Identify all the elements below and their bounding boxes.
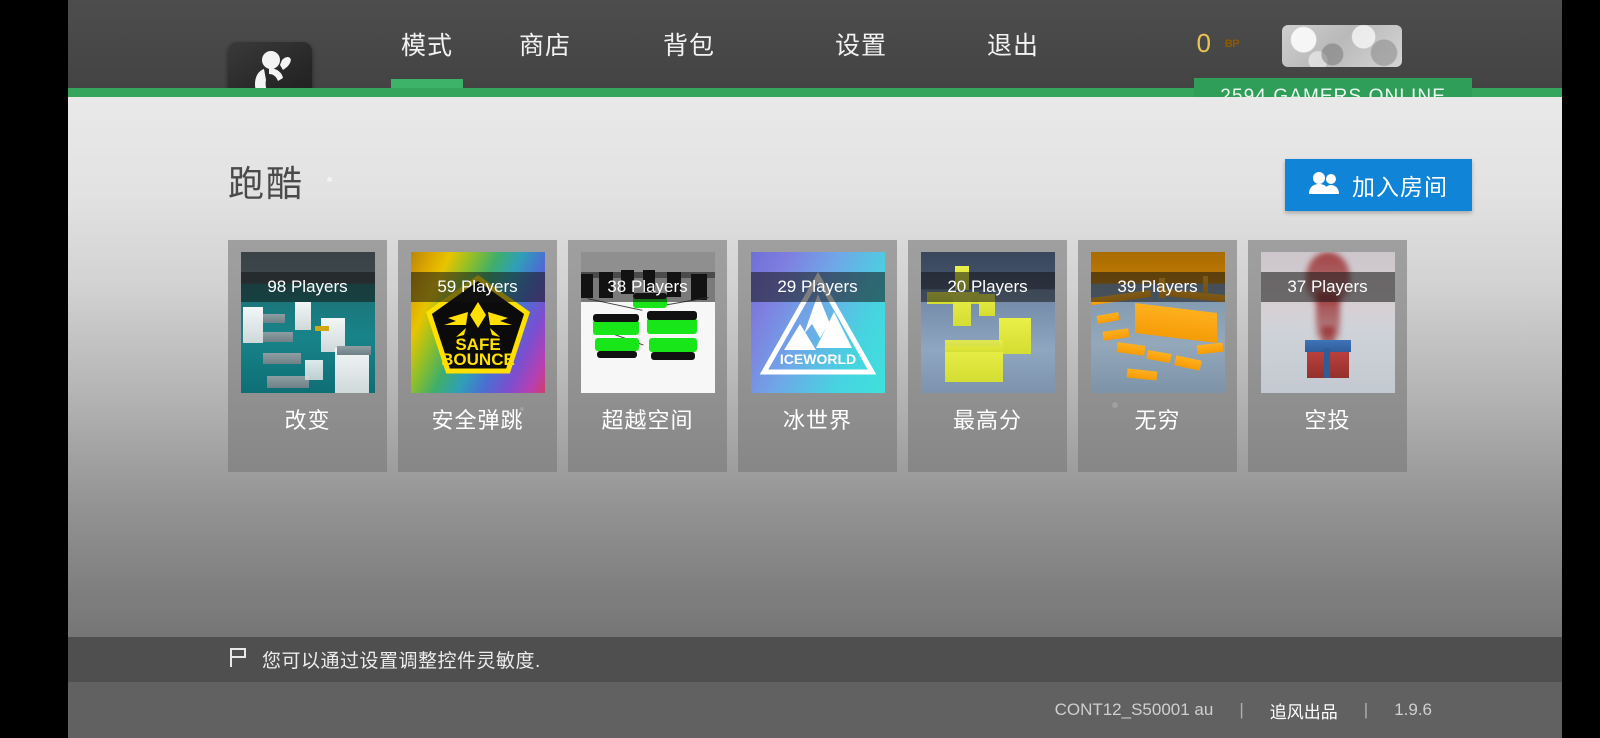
hexagon-coin-icon: BP	[1218, 29, 1246, 59]
nav-item-exit[interactable]: 退出	[948, 0, 1078, 88]
game-card-name: 超越空间	[601, 408, 694, 433]
join-room-label: 加入房间	[1352, 174, 1448, 200]
game-card-name: 空投	[1304, 408, 1351, 433]
game-card-name: 冰世界	[782, 408, 852, 433]
game-card-safe-bounce[interactable]: SAFE BOUNCE 59 Players 安全弹跳	[398, 240, 557, 472]
game-card-name: 安全弹跳	[431, 408, 524, 433]
header-bar: 模式 商店 背包 设置 退出 0 BP	[68, 0, 1562, 126]
game-card-name: 无穷	[1134, 408, 1181, 433]
version-number: 1.9.6	[1394, 700, 1432, 719]
player-count: 29 Players	[750, 272, 885, 302]
game-card-airdrop[interactable]: 37 Players 空投	[1248, 240, 1407, 472]
nav-label: 设置	[834, 32, 887, 60]
player-count: 98 Players	[240, 272, 375, 302]
nav-label: 背包	[662, 32, 715, 60]
currency-display[interactable]: 0 BP	[1197, 28, 1246, 59]
game-card-beyond-space[interactable]: 38 Players 超越空间	[568, 240, 727, 472]
nav-item-modes[interactable]: 模式	[368, 0, 486, 88]
tip-bar: 您可以通过设置调整控件灵敏度.	[68, 637, 1562, 682]
nav-item-settings[interactable]: 设置	[774, 0, 948, 88]
page-title: 跑酷	[228, 163, 305, 204]
nav-label: 商店	[518, 32, 571, 60]
game-card-thumbnail: 37 Players	[1260, 252, 1395, 393]
logo-text: ICEWORLD	[779, 351, 855, 367]
content-area: 跑酷 加入房间 98 Players 改变 SAFE BOUNCE 59 Pla…	[68, 97, 1562, 637]
game-card-thumbnail: 38 Players	[580, 252, 715, 393]
game-card-name: 最高分	[952, 408, 1022, 433]
logo-text-line2: BOUNCE	[441, 350, 515, 369]
main-nav: 模式 商店 背包 设置 退出	[368, 0, 1078, 88]
game-card-change[interactable]: 98 Players 改变	[228, 240, 387, 472]
tip-text: 您可以通过设置调整控件灵敏度.	[262, 651, 541, 672]
game-mode-list: 98 Players 改变 SAFE BOUNCE 59 Players 安全弹…	[228, 240, 1407, 472]
game-card-thumbnail: 20 Players	[920, 252, 1055, 393]
server-id: CONT12_S50001 au	[1054, 700, 1214, 719]
game-screen: 模式 商店 背包 设置 退出 0 BP 跑酷 加入房间 98 Players 改…	[0, 0, 1600, 738]
nav-item-backpack[interactable]: 背包	[604, 0, 774, 88]
player-count: 39 Players	[1090, 272, 1225, 302]
game-card-infinite[interactable]: 39 Players 无穷	[1078, 240, 1237, 472]
player-count: 20 Players	[920, 272, 1055, 302]
join-room-button[interactable]: 加入房间	[1285, 159, 1472, 211]
currency-badge-label: BP	[1224, 37, 1240, 50]
flag-icon	[228, 646, 248, 673]
game-card-thumbnail: 39 Players	[1090, 252, 1225, 393]
particle	[327, 177, 332, 182]
nav-active-indicator	[391, 79, 463, 88]
footer-separator: |	[1363, 700, 1369, 719]
game-card-name: 改变	[284, 408, 331, 433]
footer-bar: CONT12_S50001 au | 追风出品 | 1.9.6	[68, 682, 1562, 738]
nav-label: 模式	[400, 32, 453, 60]
two-people-icon	[1309, 171, 1339, 200]
player-count: 37 Players	[1260, 272, 1395, 302]
game-stage: 模式 商店 背包 设置 退出 0 BP 跑酷 加入房间 98 Players 改…	[68, 0, 1562, 738]
nav-label: 退出	[986, 32, 1039, 60]
footer-separator: |	[1239, 700, 1244, 719]
game-card-iceworld[interactable]: ICEWORLD 29 Players 冰世界	[738, 240, 897, 472]
game-card-high-score[interactable]: 20 Players 最高分	[908, 240, 1067, 472]
player-count: 38 Players	[580, 272, 715, 302]
currency-amount: 0	[1196, 28, 1211, 58]
avatar[interactable]	[1282, 25, 1402, 67]
nav-item-shop[interactable]: 商店	[486, 0, 604, 88]
game-card-thumbnail: SAFE BOUNCE 59 Players	[410, 252, 545, 393]
game-card-thumbnail: 98 Players	[240, 252, 375, 393]
game-card-thumbnail: ICEWORLD 29 Players	[750, 252, 885, 393]
player-count: 59 Players	[410, 272, 545, 302]
studio-name: 追风出品	[1269, 702, 1338, 722]
